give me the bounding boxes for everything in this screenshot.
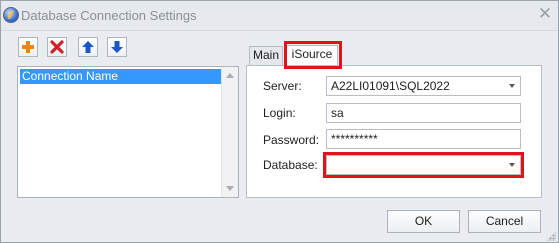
login-value: sa: [331, 106, 344, 120]
scroll-down-icon[interactable]: [226, 186, 234, 191]
delete-connection-button[interactable]: [47, 37, 67, 57]
chevron-down-icon[interactable]: [509, 163, 515, 167]
password-value: **********: [331, 132, 378, 146]
close-icon[interactable]: ✕: [536, 5, 554, 23]
window-title: Database Connection Settings: [21, 8, 197, 23]
server-label: Server:: [263, 79, 302, 93]
arrow-up-icon: [82, 41, 94, 53]
login-label: Login:: [263, 106, 296, 120]
connection-list[interactable]: Connection Name: [17, 66, 239, 198]
tab-main[interactable]: Main: [249, 46, 283, 65]
chevron-down-icon[interactable]: [509, 84, 515, 88]
cancel-button[interactable]: Cancel: [468, 210, 541, 233]
server-combobox[interactable]: A22LI01091\SQL2022: [326, 76, 521, 96]
password-field[interactable]: **********: [326, 129, 521, 149]
title-bar: Database Connection Settings ✕: [1, 1, 558, 31]
app-icon: [3, 7, 19, 23]
database-label: Database:: [263, 158, 318, 172]
arrow-down-icon: [111, 41, 123, 53]
add-connection-button[interactable]: [18, 37, 38, 57]
move-up-button[interactable]: [78, 37, 98, 57]
server-value: A22LI01091\SQL2022: [331, 79, 450, 93]
add-icon: [22, 41, 34, 53]
login-field[interactable]: sa: [326, 103, 521, 123]
scroll-up-icon[interactable]: [226, 73, 234, 78]
list-scrollbar[interactable]: [221, 67, 238, 197]
delete-icon: [50, 40, 64, 54]
tab-isource[interactable]: iSource: [286, 45, 338, 66]
database-combobox[interactable]: [326, 155, 521, 175]
ok-button[interactable]: OK: [387, 210, 460, 233]
password-label: Password:: [263, 133, 320, 147]
list-item[interactable]: Connection Name: [20, 69, 222, 84]
move-down-button[interactable]: [107, 37, 127, 57]
